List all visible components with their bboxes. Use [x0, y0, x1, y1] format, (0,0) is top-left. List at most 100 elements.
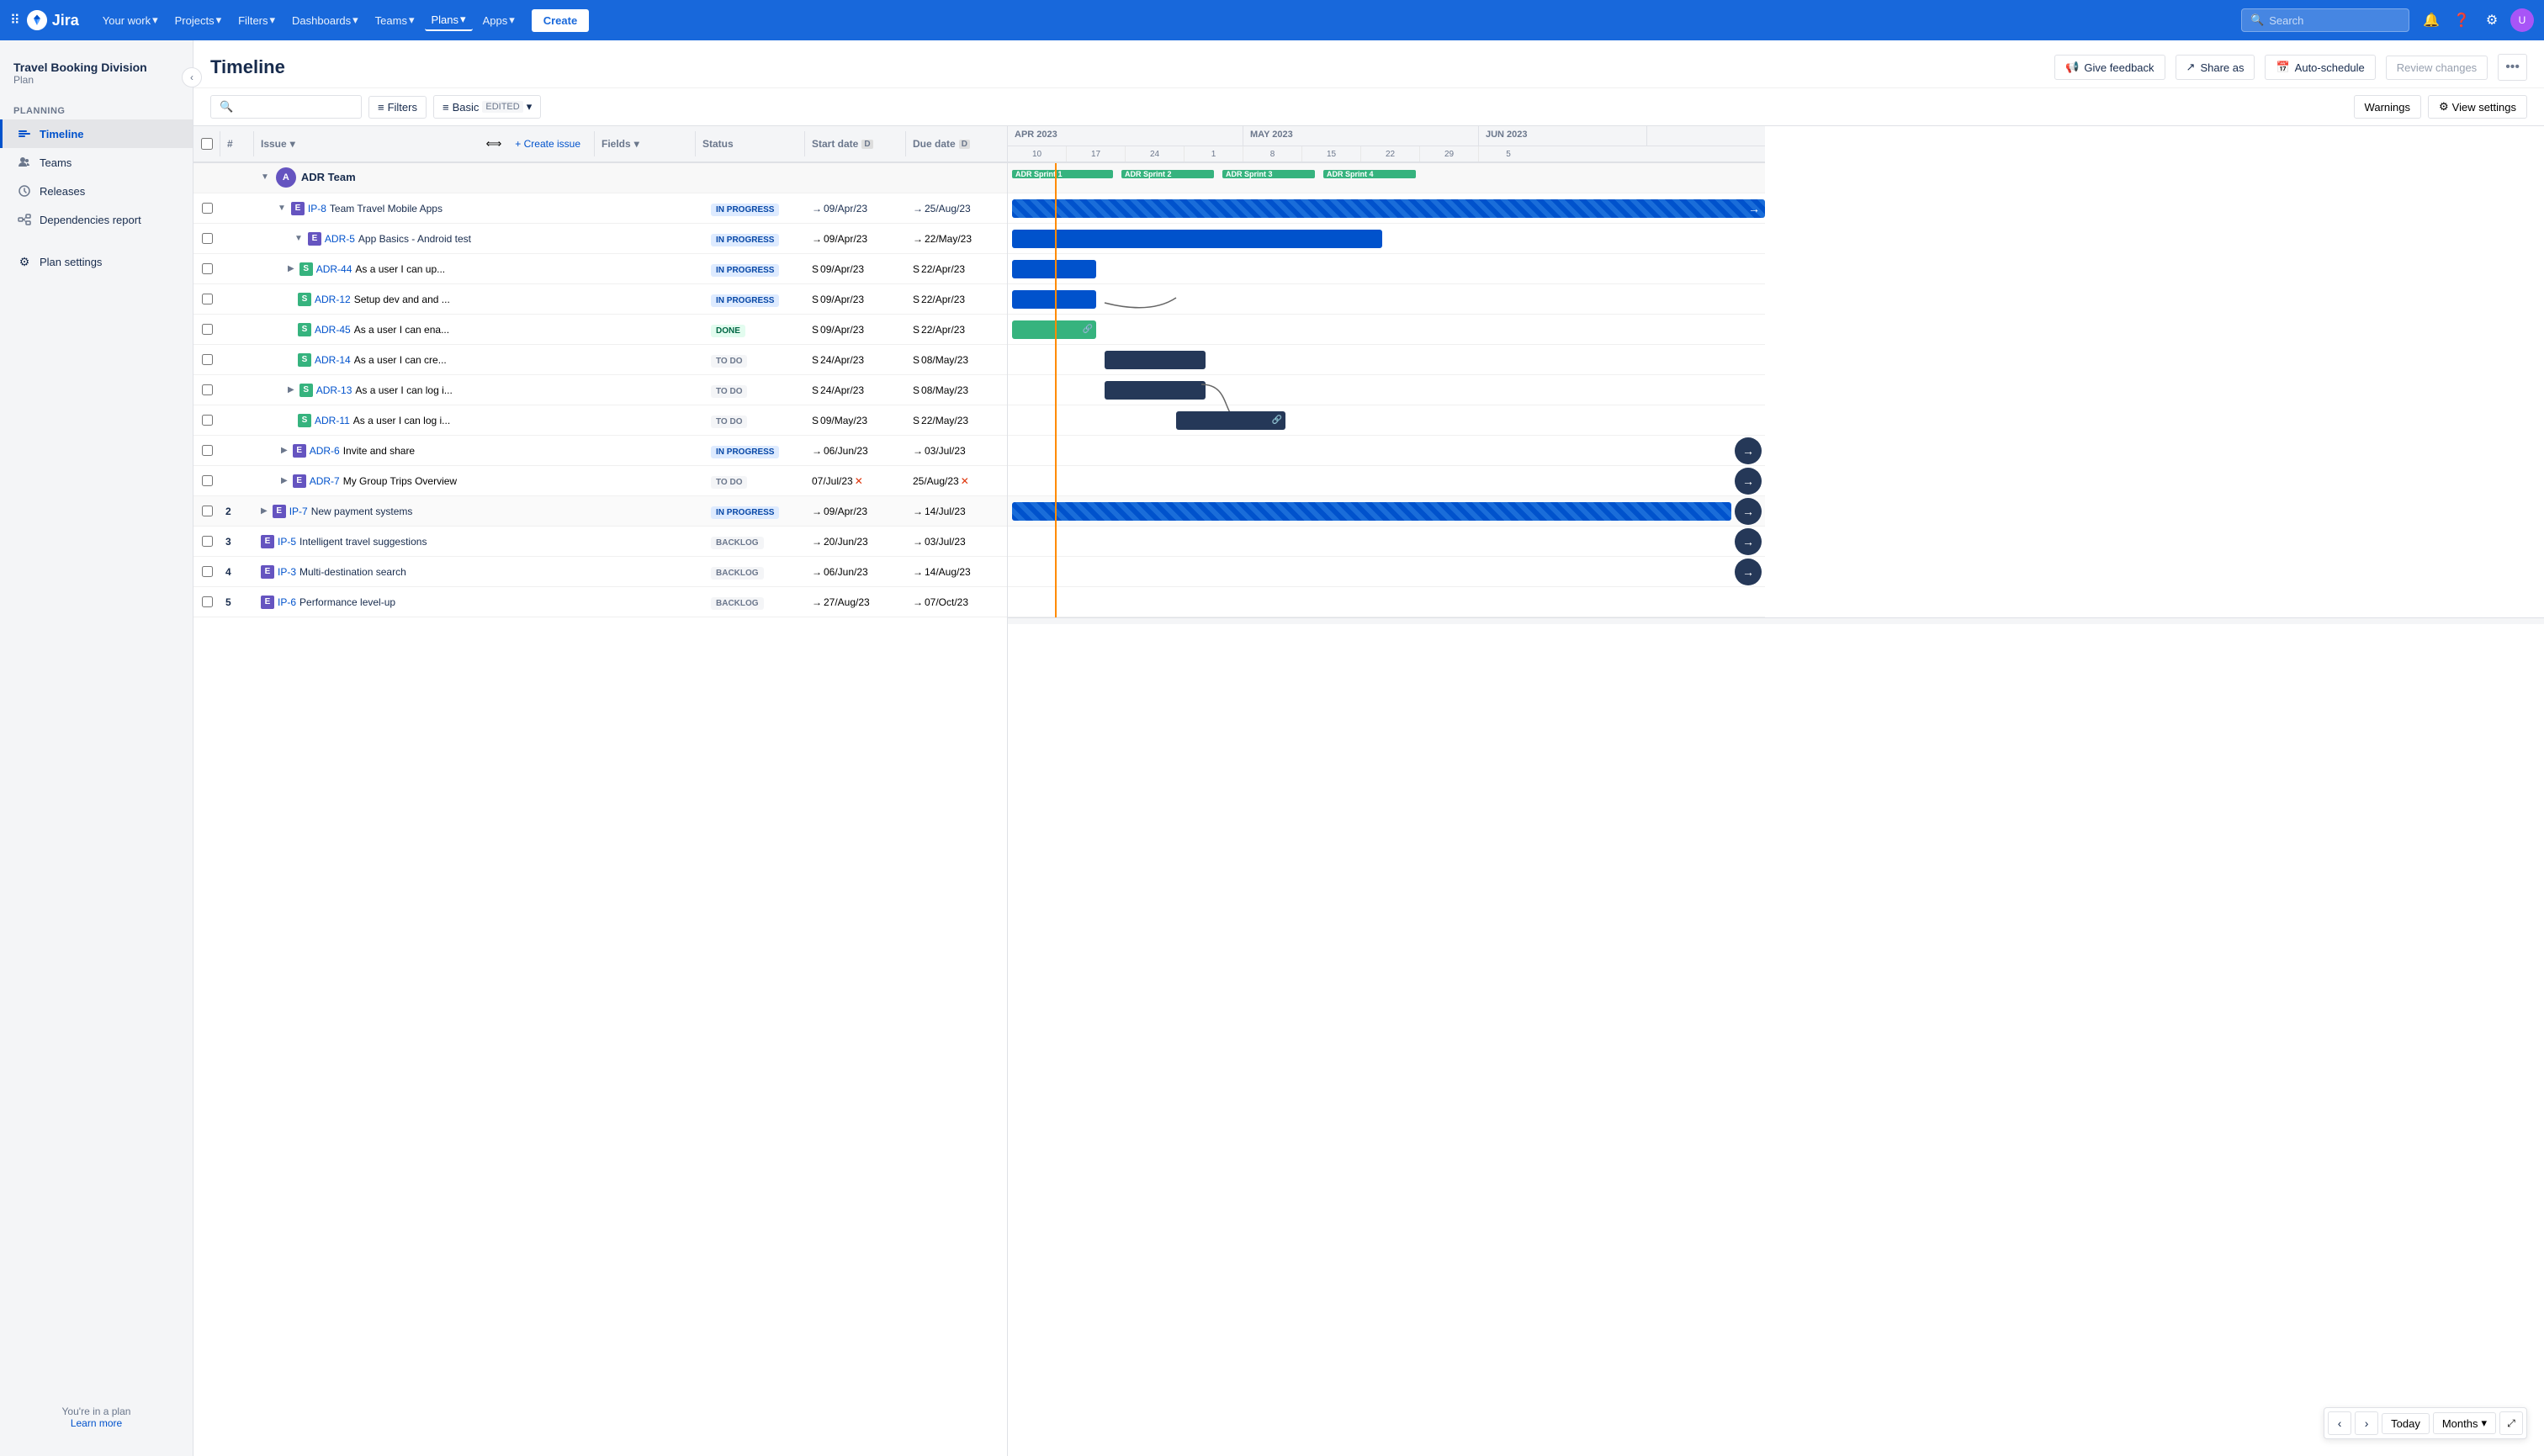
- issue-key[interactable]: ADR-13: [316, 384, 352, 396]
- gantt-bar-adr14[interactable]: [1105, 351, 1206, 369]
- row-checkbox[interactable]: [202, 354, 213, 365]
- gantt-bar-adr5[interactable]: [1012, 230, 1382, 248]
- issue-key-ip6[interactable]: IP-6: [278, 596, 296, 608]
- issue-key-ip3[interactable]: IP-3: [278, 566, 296, 578]
- issue-title[interactable]: Setup dev and and ...: [354, 294, 450, 305]
- row-checkbox[interactable]: [202, 203, 213, 214]
- create-button[interactable]: Create: [532, 9, 589, 32]
- row-checkbox[interactable]: [202, 506, 213, 516]
- issue-title[interactable]: As a user I can cre...: [354, 354, 447, 366]
- nav-projects[interactable]: Projects ▾: [168, 10, 229, 30]
- issue-key[interactable]: ADR-14: [315, 354, 351, 366]
- gantt-bar-adr13[interactable]: [1105, 381, 1206, 400]
- issue-title[interactable]: New payment systems: [311, 506, 413, 517]
- row-checkbox[interactable]: [202, 324, 213, 335]
- issue-key-ip7[interactable]: IP-7: [289, 506, 308, 517]
- nav-your-work[interactable]: Your work ▾: [96, 10, 165, 30]
- gantt-bar-adr45[interactable]: 🔗: [1012, 320, 1096, 339]
- expand-ip7[interactable]: ▶: [261, 506, 268, 516]
- user-avatar[interactable]: U: [2510, 8, 2534, 32]
- gantt-arrow-adr7[interactable]: →: [1735, 468, 1762, 495]
- gantt-scrollbar[interactable]: [1008, 617, 2544, 624]
- gantt-arrow-adr6[interactable]: →: [1735, 437, 1762, 464]
- nav-apps[interactable]: Apps ▾: [476, 10, 522, 30]
- gantt-bar-adr11[interactable]: 🔗: [1176, 411, 1285, 430]
- col-start-date[interactable]: Start date D: [805, 131, 906, 156]
- gantt-expand-button[interactable]: ⤢: [2499, 1411, 2523, 1435]
- grid-icon[interactable]: ⠿: [10, 12, 20, 29]
- project-name[interactable]: Travel Booking Division: [13, 61, 179, 74]
- issue-key[interactable]: ADR-7: [310, 475, 340, 487]
- nav-plans[interactable]: Plans ▾: [425, 9, 473, 31]
- col-due-date[interactable]: Due date D: [906, 131, 1007, 156]
- expand-adr7[interactable]: ▶: [281, 476, 288, 485]
- issue-key[interactable]: ADR-45: [315, 324, 351, 336]
- gantt-arrow-ip3[interactable]: →: [1735, 559, 1762, 585]
- sidebar-item-releases[interactable]: Releases: [0, 177, 193, 205]
- nav-dashboards[interactable]: Dashboards ▾: [285, 10, 365, 30]
- warnings-button[interactable]: Warnings: [2354, 95, 2421, 119]
- gantt-bar-ip8[interactable]: →: [1012, 199, 1765, 218]
- gantt-arrow-ip7[interactable]: →: [1735, 498, 1762, 525]
- sidebar-item-dependencies[interactable]: Dependencies report: [0, 205, 193, 234]
- select-all-checkbox[interactable]: [201, 138, 213, 150]
- more-actions-button[interactable]: •••: [2498, 54, 2527, 81]
- row-checkbox[interactable]: [202, 415, 213, 426]
- issue-key-ip5[interactable]: IP-5: [278, 536, 296, 548]
- sidebar-item-settings[interactable]: ⚙ Plan settings: [0, 247, 193, 276]
- row-checkbox[interactable]: [202, 566, 213, 577]
- nav-teams[interactable]: Teams ▾: [368, 10, 421, 30]
- issue-title[interactable]: My Group Trips Overview: [343, 475, 457, 487]
- gantt-bar-ip7[interactable]: [1012, 502, 1731, 521]
- issue-title[interactable]: Invite and share: [343, 445, 415, 457]
- expand-adr5[interactable]: ▼: [294, 234, 303, 243]
- nav-filters[interactable]: Filters ▾: [231, 10, 282, 30]
- issue-key[interactable]: ADR-11: [315, 415, 350, 426]
- sidebar-item-teams[interactable]: Teams: [0, 148, 193, 177]
- search-box[interactable]: 🔍 Search: [2241, 8, 2409, 32]
- gantt-months-button[interactable]: Months ▾: [2433, 1412, 2496, 1434]
- settings-icon[interactable]: ⚙: [2480, 8, 2504, 32]
- sidebar-item-timeline[interactable]: Timeline: [0, 119, 193, 148]
- share-as-button[interactable]: ↗ Share as: [2176, 55, 2255, 80]
- row-checkbox[interactable]: [202, 263, 213, 274]
- give-feedback-button[interactable]: 📢 Give feedback: [2054, 55, 2165, 80]
- issue-key[interactable]: ADR-12: [315, 294, 351, 305]
- issue-title[interactable]: As a user I can ena...: [354, 324, 449, 336]
- expand-ip8[interactable]: ▼: [278, 204, 286, 213]
- expand-adr-team[interactable]: ▼: [261, 172, 269, 182]
- nav-logo[interactable]: Jira: [27, 10, 79, 30]
- issue-key[interactable]: ADR-6: [310, 445, 340, 457]
- issue-key[interactable]: ADR-44: [316, 263, 352, 275]
- expand-adr13[interactable]: ▶: [288, 385, 294, 394]
- issue-title[interactable]: Team Travel Mobile Apps: [330, 203, 443, 214]
- gantt-bar-adr12[interactable]: [1012, 290, 1096, 309]
- col-fields[interactable]: Fields ▾: [595, 131, 696, 156]
- help-icon[interactable]: ❓: [2450, 8, 2473, 32]
- view-settings-button[interactable]: ⚙ View settings: [2428, 95, 2527, 119]
- col-issue[interactable]: Issue ▾: [261, 138, 295, 150]
- basic-button[interactable]: ≡ Basic EDITED ▾: [433, 95, 541, 119]
- row-checkbox[interactable]: [202, 294, 213, 304]
- gantt-next-button[interactable]: ›: [2355, 1411, 2378, 1435]
- search-input[interactable]: 🔍: [210, 95, 362, 119]
- issue-title[interactable]: As a user I can log i...: [355, 384, 452, 396]
- review-changes-button[interactable]: Review changes: [2386, 56, 2488, 80]
- gantt-arrow-ip5[interactable]: →: [1735, 528, 1762, 555]
- row-checkbox[interactable]: [202, 596, 213, 607]
- sidebar-collapse-button[interactable]: ‹: [182, 67, 202, 87]
- issue-title[interactable]: As a user I can log i...: [353, 415, 450, 426]
- filters-button[interactable]: ≡ Filters: [368, 96, 427, 119]
- gantt-prev-button[interactable]: ‹: [2328, 1411, 2351, 1435]
- row-checkbox[interactable]: [202, 445, 213, 456]
- learn-more-link[interactable]: Learn more: [71, 1417, 122, 1429]
- gantt-today-button[interactable]: Today: [2382, 1413, 2430, 1434]
- expand-adr6[interactable]: ▶: [281, 446, 288, 455]
- row-checkbox[interactable]: [202, 384, 213, 395]
- notifications-icon[interactable]: 🔔: [2419, 8, 2443, 32]
- expand-adr44[interactable]: ▶: [288, 264, 294, 273]
- issue-title[interactable]: Performance level-up: [299, 596, 395, 608]
- row-checkbox[interactable]: [202, 536, 213, 547]
- create-issue-button[interactable]: + Create issue: [508, 135, 587, 153]
- row-checkbox[interactable]: [202, 233, 213, 244]
